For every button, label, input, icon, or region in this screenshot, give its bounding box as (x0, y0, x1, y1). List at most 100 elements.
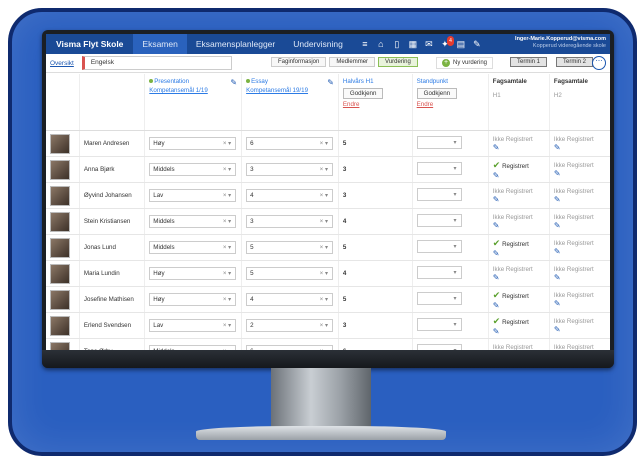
standpunkt-select[interactable]: ▾ (416, 266, 462, 279)
clear-dropdown-icon[interactable]: × ▾ (320, 242, 328, 253)
clear-dropdown-icon[interactable]: × ▾ (223, 242, 231, 253)
essay-select[interactable]: 5 × ▾ (246, 267, 334, 280)
student-name[interactable]: Øyvind Johansen (84, 192, 132, 199)
tab-vurdering[interactable]: Vurdering (378, 57, 418, 67)
clear-dropdown-icon[interactable]: × ▾ (320, 320, 328, 331)
essay-select[interactable]: 2 × ▾ (246, 319, 334, 332)
clear-dropdown-icon[interactable]: × ▾ (320, 190, 328, 201)
standpunkt-select[interactable]: ▾ (416, 292, 462, 305)
clear-dropdown-icon[interactable]: × ▾ (320, 164, 328, 175)
overview-link[interactable]: Oversikt (46, 60, 78, 67)
fagsamtale2-header: Fagsamtale H2 (548, 74, 610, 131)
essay-select[interactable]: 4 × ▾ (246, 189, 334, 202)
student-name[interactable]: Anna Bjørk (84, 166, 115, 173)
clear-dropdown-icon[interactable]: × ▾ (223, 294, 231, 305)
pencil-icon[interactable]: ✎ (554, 299, 561, 308)
clear-dropdown-icon[interactable]: × ▾ (320, 216, 328, 227)
standpunkt-approve-button[interactable]: Godkjenn (416, 88, 458, 99)
clear-dropdown-icon[interactable]: × ▾ (223, 268, 231, 279)
student-name[interactable]: Stein Kristiansen (84, 218, 130, 225)
presentation-select[interactable]: Høy × ▾ (149, 267, 237, 280)
student-name[interactable]: Josefine Mathisen (84, 296, 134, 303)
menu-icon[interactable]: ≡ (360, 39, 370, 49)
presentation-select[interactable]: Lav × ▾ (149, 189, 237, 202)
clear-dropdown-icon[interactable]: × ▾ (320, 268, 328, 279)
essay-select[interactable]: 6× ▾ (246, 137, 334, 150)
presentation-competence-link[interactable]: Kompetansemål 1/19 (149, 87, 237, 94)
term1-button[interactable]: Termin 1 (510, 57, 548, 67)
pencil-icon[interactable]: ✎ (554, 325, 561, 334)
pencil-icon[interactable]: ✎ (554, 273, 561, 282)
calendar-icon[interactable]: ▦ (408, 39, 418, 49)
more-options-icon[interactable]: ⋯ (592, 56, 606, 70)
nav-undervisning[interactable]: Undervisning (284, 39, 352, 49)
clear-dropdown-icon[interactable]: × ▾ (223, 164, 231, 175)
standpunkt-select[interactable]: ▾ (416, 136, 462, 149)
presentation-title[interactable]: Presentation (154, 78, 189, 85)
subject-field[interactable]: Engelsk (81, 56, 232, 70)
book-icon[interactable]: ▯ (392, 39, 402, 49)
name-cell: Jonas Lund (78, 234, 145, 261)
nav-eksamensplanlegger[interactable]: Eksamensplanlegger (187, 39, 284, 49)
essay-cell: 5 × ▾ (241, 260, 339, 287)
presentation-select[interactable]: Middels× ▾ (149, 241, 237, 254)
pencil-icon[interactable]: ✎ (493, 273, 500, 282)
pencil-icon[interactable]: ✎ (327, 78, 334, 87)
standpunkt-select[interactable]: ▾ (416, 214, 462, 227)
presentation-select[interactable]: Middels× ▾ (149, 163, 237, 176)
essay-title[interactable]: Essay (251, 78, 268, 85)
halvars-cell: 3 (337, 182, 413, 209)
standpunkt-select[interactable]: ▾ (416, 240, 462, 253)
student-name[interactable]: Jonas Lund (84, 244, 116, 251)
pencil-icon[interactable]: ✎ (493, 327, 500, 336)
pencil-icon[interactable]: ✎ (554, 221, 561, 230)
presentation-select[interactable]: Høy × ▾ (149, 137, 237, 150)
standpunkt-select[interactable]: ▾ (416, 162, 462, 175)
pencil-icon[interactable]: ✎ (554, 195, 561, 204)
pencil-icon[interactable]: ✎ (493, 195, 500, 204)
user-info[interactable]: Inger-Marie.Kopperud@visma.com Kopperud … (515, 36, 606, 50)
presentation-select[interactable]: Høy × ▾ (149, 293, 237, 306)
pencil-icon[interactable]: ✎ (493, 249, 500, 258)
student-name[interactable]: Erlend Svendsen (84, 322, 131, 329)
student-name[interactable]: Maria Lundin (84, 270, 120, 277)
clear-dropdown-icon[interactable]: × ▾ (223, 190, 231, 201)
notification-icon[interactable]: ✦ 4 (440, 36, 454, 49)
term2-button[interactable]: Termin 2 (556, 57, 594, 67)
pencil-icon[interactable]: ✎ (554, 143, 561, 152)
clear-dropdown-icon[interactable]: × ▾ (320, 138, 328, 149)
clear-dropdown-icon[interactable]: × ▾ (320, 294, 328, 305)
essay-select[interactable]: 4 × ▾ (246, 293, 334, 306)
pencil-icon[interactable]: ✎ (493, 301, 500, 310)
clear-dropdown-icon[interactable]: × ▾ (223, 138, 231, 149)
essay-select[interactable]: 3 × ▾ (246, 163, 334, 176)
edit-icon[interactable]: ✎ (472, 39, 482, 49)
new-assessment-button[interactable]: + Ny vurdering (436, 57, 494, 69)
tab-faginformasjon[interactable]: Faginformasjon (271, 57, 327, 67)
clear-dropdown-icon[interactable]: × ▾ (223, 216, 231, 227)
document-icon[interactable]: ▤ (456, 39, 466, 49)
essay-competence-link[interactable]: Kompetansemål 19/19 (246, 87, 334, 94)
essay-select[interactable]: 3 × ▾ (246, 215, 334, 228)
pencil-icon[interactable]: ✎ (493, 171, 500, 180)
standpunkt-select[interactable]: ▾ (416, 188, 462, 201)
pencil-icon[interactable]: ✎ (554, 247, 561, 256)
standpunkt-edit-link[interactable]: Endre (417, 101, 484, 108)
halvars-approve-button[interactable]: Godkjenn (342, 88, 384, 99)
pencil-icon[interactable]: ✎ (554, 169, 561, 178)
brand-logo[interactable]: Visma Flyt Skole (46, 39, 133, 49)
presentation-select[interactable]: Lav × ▾ (149, 319, 237, 332)
essay-select[interactable]: 5 × ▾ (246, 241, 334, 254)
nav-eksamen[interactable]: Eksamen (133, 34, 187, 54)
home-icon[interactable]: ⌂ (376, 39, 386, 49)
mail-icon[interactable]: ✉ (424, 39, 434, 49)
pencil-icon[interactable]: ✎ (493, 143, 500, 152)
student-name[interactable]: Maren Andresen (84, 140, 129, 147)
pencil-icon[interactable]: ✎ (493, 221, 500, 230)
standpunkt-select[interactable]: ▾ (416, 318, 462, 331)
halvars-edit-link[interactable]: Endre (343, 101, 408, 108)
tab-medlemmer[interactable]: Medlemmer (329, 57, 376, 67)
pencil-icon[interactable]: ✎ (230, 78, 237, 87)
clear-dropdown-icon[interactable]: × ▾ (223, 320, 231, 331)
presentation-select[interactable]: Middels× ▾ (149, 215, 237, 228)
